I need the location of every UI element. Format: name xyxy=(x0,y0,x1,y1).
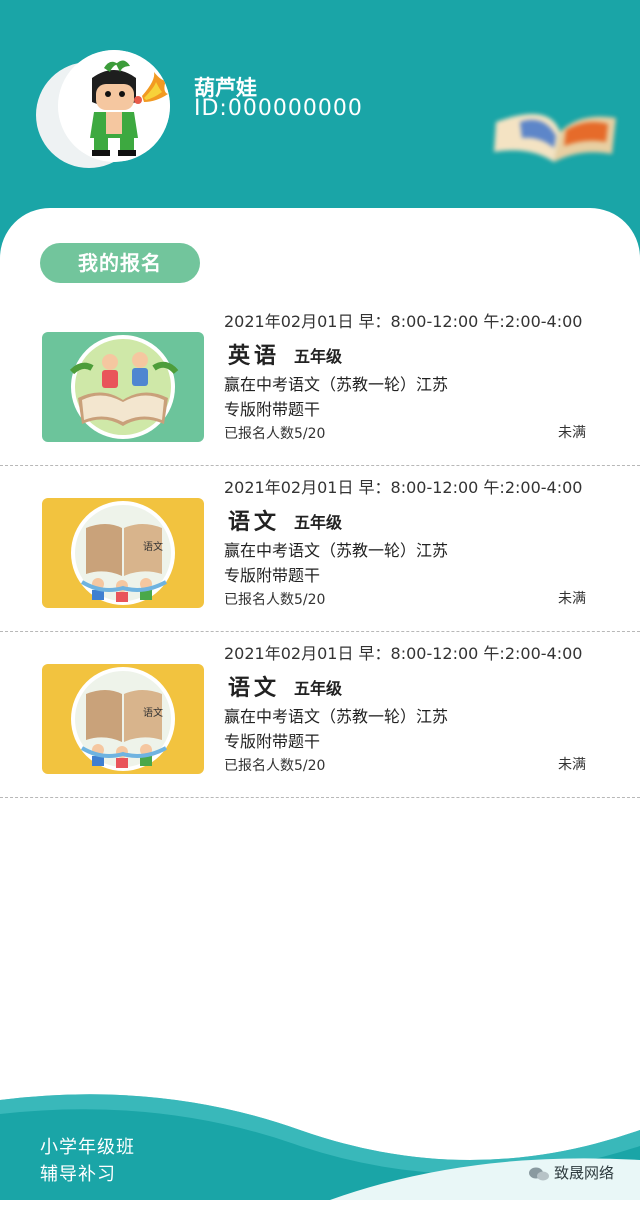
open-book-decoration-icon xyxy=(494,114,616,162)
course-card[interactable]: 2021年02月01日 早：8:00-12:00 午:2:00-4:00 语文 … xyxy=(0,466,640,632)
enrollment-status: 未满 xyxy=(558,757,586,773)
my-registrations-title: 我的报名 xyxy=(40,243,200,283)
course-description: 赢在中考语文（苏教一轮）江苏 xyxy=(224,375,449,394)
watermark-text: 致晟网络 xyxy=(554,1164,615,1182)
card-divider xyxy=(0,797,640,798)
svg-text:语文: 语文 xyxy=(143,540,163,553)
avatar[interactable] xyxy=(58,50,170,162)
course-grade: 五年级 xyxy=(294,347,343,366)
enrollment-status: 未满 xyxy=(558,425,586,441)
course-thumbnail[interactable]: 语文 xyxy=(42,498,204,608)
wechat-icon xyxy=(529,1167,549,1180)
enrollment-status: 未满 xyxy=(558,591,586,607)
course-description-line2: 专版附带题干 xyxy=(224,732,321,751)
course-time: 2021年02月01日 早：8:00-12:00 午:2:00-4:00 xyxy=(224,478,583,497)
course-subject: 语文 xyxy=(228,675,281,701)
course-time: 2021年02月01日 早：8:00-12:00 午:2:00-4:00 xyxy=(224,312,583,331)
course-card[interactable]: 2021年02月01日 早：8:00-12:00 午:2:00-4:00 语文 … xyxy=(0,632,640,798)
enrolled-count: 已报名人数5/20 xyxy=(224,592,326,608)
footer-tagline-line2: 辅导补习 xyxy=(40,1164,116,1185)
course-grade: 五年级 xyxy=(294,513,343,532)
course-grade: 五年级 xyxy=(294,679,343,698)
watermark: 致晟网络 xyxy=(528,1162,614,1183)
course-description: 赢在中考语文（苏教一轮）江苏 xyxy=(224,541,449,560)
chinese-kids-book-icon: 语文 xyxy=(71,501,175,605)
course-description-line2: 专版附带题干 xyxy=(224,566,321,585)
course-card[interactable]: 2021年02月01日 早：8:00-12:00 午:2:00-4:00 英语 … xyxy=(0,300,640,466)
english-kids-book-icon xyxy=(69,335,179,439)
enrolled-count: 已报名人数5/20 xyxy=(224,426,326,442)
user-id: ID:000000000 xyxy=(194,96,363,121)
course-thumbnail[interactable] xyxy=(42,332,204,442)
course-description-line2: 专版附带题干 xyxy=(224,400,321,419)
course-subject: 英语 xyxy=(228,343,281,369)
course-subject: 语文 xyxy=(228,509,281,535)
chinese-kids-book-icon: 语文 xyxy=(71,667,175,771)
svg-text:语文: 语文 xyxy=(143,706,163,719)
enrolled-count: 已报名人数5/20 xyxy=(224,758,326,774)
footer-tagline-line1: 小学年级班 xyxy=(40,1137,135,1158)
calabash-boy-avatar-icon xyxy=(58,50,170,162)
profile-header: 葫芦娃 ID:000000000 xyxy=(0,0,640,240)
course-thumbnail[interactable]: 语文 xyxy=(42,664,204,774)
course-time: 2021年02月01日 早：8:00-12:00 午:2:00-4:00 xyxy=(224,644,583,663)
course-description: 赢在中考语文（苏教一轮）江苏 xyxy=(224,707,449,726)
